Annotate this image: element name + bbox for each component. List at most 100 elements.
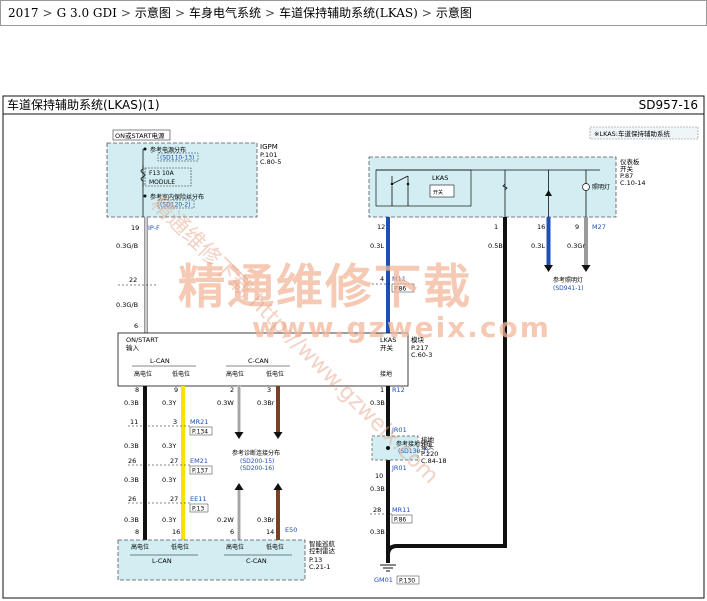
module-gnd-label: 接地 <box>380 370 392 378</box>
bottom-pin-8: 8 <box>135 528 139 536</box>
radar-ref-2: C.21-1 <box>309 563 330 571</box>
wire-label-gnd-3: 0.3B <box>370 528 385 536</box>
lkas-switch-label: LKAS <box>432 174 448 182</box>
wire-label-w2: 0.3G/B <box>116 301 138 309</box>
legend-text: ※LKAS:车道保持辅助系统 <box>594 129 670 138</box>
connector-pin-6: 6 <box>134 322 138 330</box>
module-label: MODULE <box>149 179 175 186</box>
module-pin-8: 8 <box>135 386 139 394</box>
mr21-name: MR21 <box>190 418 208 426</box>
module-pin-3: 3 <box>267 386 271 394</box>
fuse-label: F13 10A <box>149 170 175 177</box>
em21-ref: P.137 <box>192 468 208 475</box>
panel-pin-1: 1 <box>494 223 498 231</box>
panel-pin-16: 16 <box>537 223 545 231</box>
wire-ccan-high-upper-arrow <box>234 432 244 439</box>
mr21-pin-a: 11 <box>130 418 138 426</box>
module-left-label-2: 输入 <box>126 343 140 352</box>
wire-ccan-high-lower-arrow <box>234 483 244 490</box>
bottom-ccan-lo: 低电位 <box>266 543 284 551</box>
panel-ref-2: C.10-14 <box>620 179 646 187</box>
ee11-name: EE11 <box>190 495 207 503</box>
wire-label-lcan-hi-4: 0.3B <box>124 516 139 524</box>
wire-label-w5: 0.3L <box>531 242 545 250</box>
can-ref-code-2: (SD200-16) <box>240 465 274 472</box>
wire-label-lcan-hi-2: 0.3B <box>124 442 139 450</box>
ground-ref: P.130 <box>399 578 415 585</box>
splice-pin-10: 10 <box>375 472 383 480</box>
wire-label-ccan-lo-upper: 0.3Br <box>257 399 275 407</box>
wire-label-w1: 0.3G/B <box>116 242 138 250</box>
module-ccan-hi: 高电位 <box>226 370 244 378</box>
bottom-pin-14: 14 <box>266 528 274 536</box>
bottom-lcan-hi: 高电位 <box>131 543 149 551</box>
module-lcan-lo: 低电位 <box>172 370 190 378</box>
ground-symbol <box>380 564 396 572</box>
wire-label-gnd-2: 0.3B <box>370 485 385 493</box>
module-gnd-code: R12 <box>392 386 405 394</box>
bottom-lcan-label: L-CAN <box>152 557 172 565</box>
wire-ccan-low-lower-arrow <box>273 483 283 490</box>
wire-ccan-low-upper-arrow <box>273 432 283 439</box>
igpm-name: IGPM <box>260 143 278 151</box>
lamp-label: 照明灯 <box>592 183 610 191</box>
ground-name: GM01 <box>374 576 393 584</box>
em21-name: EM21 <box>190 457 208 465</box>
bottom-pin-6: 6 <box>230 528 234 536</box>
mr11-pin: 28 <box>373 506 381 514</box>
wire-label-lcan-lo-2: 0.3Y <box>162 442 176 450</box>
lamp-ref-label: 参考照明灯 <box>553 276 583 284</box>
connector-pin-22: 22 <box>129 276 137 284</box>
wire-blue-lamp-arrow <box>544 265 553 272</box>
igpm-ref-code-1: (SD110-13) <box>160 155 194 162</box>
wire-label-ccan-lo-lower: 0.3Br <box>257 516 275 524</box>
panel-pin-9: 9 <box>575 223 579 231</box>
wire-gray-lamp-arrow <box>581 265 591 272</box>
wire-label-lcan-lo-4: 0.3Y <box>162 516 176 524</box>
wire-label-lcan-lo-3: 0.3Y <box>162 476 176 484</box>
em21-pin-a: 26 <box>128 457 136 465</box>
module-ccan-label: C-CAN <box>248 357 269 365</box>
diagram-code: SD957-16 <box>639 98 698 112</box>
lkas-switch-sub: 开关 <box>433 189 443 196</box>
igpm-pin: 19 <box>131 224 139 232</box>
lamp-ref-code: (SD941-1) <box>553 285 584 292</box>
igpm-ref-dot-2 <box>143 194 147 198</box>
bottom-lcan-lo: 低电位 <box>171 543 189 551</box>
wire-label-w3: 0.3L <box>370 242 384 250</box>
bottom-ccan-label: C-CAN <box>246 557 267 565</box>
bottom-pin-16: 16 <box>172 528 180 536</box>
ee11-pin-b: 27 <box>170 495 178 503</box>
wire-label-w4: 0.5B <box>488 242 503 250</box>
instrument-panel-switch-box <box>368 156 617 218</box>
module-pin-1: 1 <box>380 386 384 394</box>
module-left-label-1: ON/START <box>126 336 158 344</box>
mr11-name: MR11 <box>392 506 410 514</box>
module-pin-2: 2 <box>230 386 234 394</box>
wire-ground-join <box>386 544 505 562</box>
wire-label-lcan-hi-3: 0.3B <box>124 476 139 484</box>
ee11-ref: P.13 <box>192 506 204 513</box>
mr11-ref: P.86 <box>394 517 406 524</box>
mr21-ref: P.134 <box>192 429 208 436</box>
lkas-switch-dot-2 <box>406 182 410 186</box>
radar-name-2: 控制雷达 <box>309 546 336 555</box>
wire-label-ccan-hi-upper: 0.3W <box>217 399 234 407</box>
panel-pin-12: 12 <box>377 223 385 231</box>
wire-label-lcan-lo-1: 0.3Y <box>162 399 176 407</box>
igpm-wire-code: IP-F <box>148 224 160 232</box>
module-ccan-lo: 低电位 <box>266 370 284 378</box>
wire-label-lcan-hi-1: 0.3B <box>124 399 139 407</box>
wire-label-ccan-hi-lower: 0.2W <box>217 516 234 524</box>
module-right-label-2: 开关 <box>380 343 394 352</box>
can-ref-code-1: (SD200-15) <box>240 458 274 465</box>
panel-wire-code: M27 <box>592 223 606 231</box>
mr21-pin-b: 3 <box>173 418 177 426</box>
module-lcan-hi: 高电位 <box>134 370 152 378</box>
wire-label-w6: 0.3Gr <box>567 242 585 250</box>
module-pin-9: 9 <box>174 386 178 394</box>
module-ref-2: C.60-3 <box>411 351 432 359</box>
igpm-ref-2: C.80-5 <box>260 158 281 166</box>
igpm-ref-dot-1 <box>143 147 147 151</box>
em21-pin-b: 27 <box>170 457 178 465</box>
